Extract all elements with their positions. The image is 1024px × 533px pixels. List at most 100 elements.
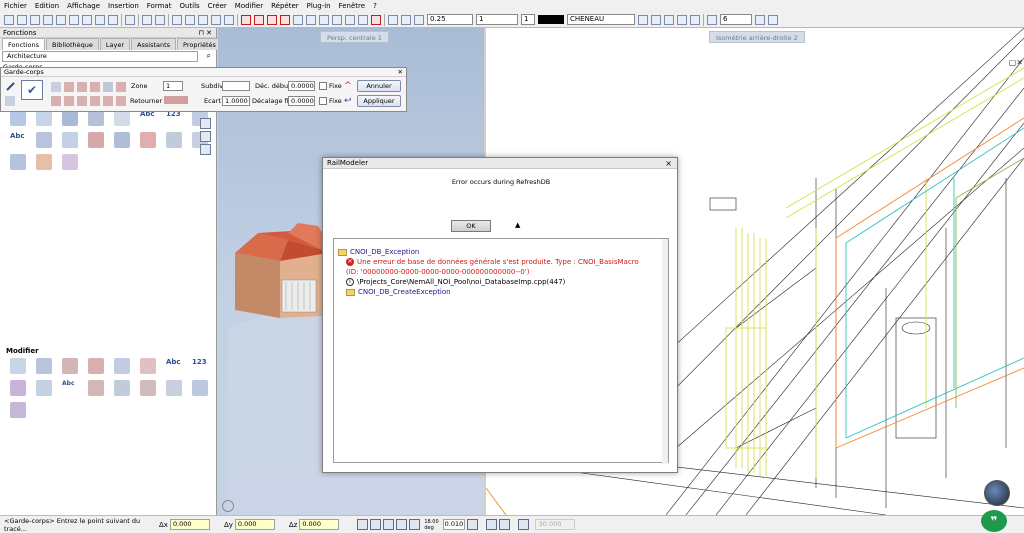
- draw-tool-1-icon[interactable]: [254, 14, 264, 25]
- modify-16-icon[interactable]: [192, 380, 208, 396]
- railing-style-6-icon[interactable]: [51, 96, 61, 106]
- scale-icon[interactable]: [707, 14, 717, 25]
- panel-controls[interactable]: ⊓ ✕: [198, 28, 212, 38]
- fixe-checkbox-2[interactable]: [319, 97, 327, 105]
- color-index-select[interactable]: 1: [521, 14, 535, 25]
- modify-4-icon[interactable]: [88, 358, 104, 374]
- format-tool-1-icon[interactable]: [401, 14, 411, 25]
- modify-17-icon[interactable]: [10, 402, 26, 418]
- text-abc-icon[interactable]: Abc: [140, 110, 156, 126]
- modify-14-icon[interactable]: [140, 380, 156, 396]
- undo-icon[interactable]: [142, 14, 152, 25]
- railing-style-11-icon[interactable]: [116, 96, 126, 106]
- draw-tool-3-icon[interactable]: [280, 14, 290, 25]
- modify-9-icon[interactable]: [10, 380, 26, 396]
- angle-dropdown-icon[interactable]: [498, 519, 510, 530]
- railing-swap-icon[interactable]: [5, 96, 15, 106]
- modify-2-icon[interactable]: [36, 358, 52, 374]
- close-icon[interactable]: ×: [665, 158, 672, 169]
- menu-insertion[interactable]: Insertion: [108, 2, 139, 10]
- railing-style-1-icon[interactable]: [64, 82, 74, 92]
- modify-3-icon[interactable]: [62, 358, 78, 374]
- bulb-icon[interactable]: [677, 14, 687, 25]
- layer-tool-6-icon[interactable]: [358, 14, 368, 25]
- draw-tool-2-icon[interactable]: [267, 14, 277, 25]
- window-layout-2-icon[interactable]: [185, 14, 195, 25]
- layer-visibility-icon[interactable]: [651, 14, 661, 25]
- eyedropper-icon[interactable]: [5, 81, 15, 91]
- railing-style-5-icon[interactable]: [116, 82, 126, 92]
- layer-tool-5-icon[interactable]: [345, 14, 355, 25]
- window-layout-1-icon[interactable]: [172, 14, 182, 25]
- slab-tool-icon[interactable]: [36, 110, 52, 126]
- modify-12-icon[interactable]: [88, 380, 104, 396]
- tab-proprietes[interactable]: Propriétés: [177, 38, 222, 50]
- beam-icon[interactable]: [114, 132, 130, 148]
- details-toggle-icon[interactable]: ▲: [515, 221, 520, 229]
- tree-child-row[interactable]: CNOI_DB_CreateException: [338, 287, 664, 297]
- window-layout-3-icon[interactable]: [198, 14, 208, 25]
- railing-style-7-icon[interactable]: [64, 96, 74, 106]
- category-dropdown[interactable]: Architecture ⌕: [2, 51, 211, 62]
- tree-root-row[interactable]: CNOI_DB_Exception: [338, 247, 664, 257]
- ok-button[interactable]: OK: [451, 220, 491, 232]
- search-icon[interactable]: ⌕: [207, 51, 211, 60]
- zoom-icon[interactable]: [36, 380, 52, 396]
- chat-button[interactable]: ❞: [981, 510, 1007, 532]
- flip-icon[interactable]: [164, 96, 188, 104]
- side-tool-2-icon[interactable]: [200, 131, 211, 142]
- menu-format[interactable]: Format: [147, 2, 172, 10]
- line-type-select[interactable]: 1: [476, 14, 518, 25]
- layer-filter-icon[interactable]: [690, 14, 700, 25]
- arrow-back-icon[interactable]: ↩: [344, 96, 354, 106]
- railing-style-4-icon[interactable]: [103, 82, 113, 92]
- railing-tool-icon[interactable]: [36, 154, 52, 170]
- annuler-button[interactable]: Annuler: [357, 80, 401, 92]
- menu-plugin[interactable]: Plug-in: [307, 2, 331, 10]
- railing-style-9-icon[interactable]: [90, 96, 100, 106]
- railing-style-8-icon[interactable]: [77, 96, 87, 106]
- tree-error-row[interactable]: ✕ Une erreur de base de données générale…: [338, 257, 664, 267]
- open-file-icon[interactable]: [17, 14, 27, 25]
- snap-track-icon[interactable]: [396, 519, 408, 530]
- dec-fin-field[interactable]: 0.0000: [288, 96, 315, 106]
- tab-layer[interactable]: Layer: [99, 38, 131, 50]
- eyedropper-icon[interactable]: [388, 14, 398, 25]
- tree-scrollbar[interactable]: [662, 239, 668, 464]
- new-file-icon[interactable]: [4, 14, 14, 25]
- menu-creer[interactable]: Créer: [208, 2, 227, 10]
- modify-1-icon[interactable]: [10, 358, 26, 374]
- window-grid-icon[interactable]: [62, 110, 78, 126]
- image-icon[interactable]: [125, 14, 135, 25]
- fillet-icon[interactable]: [166, 380, 182, 396]
- open-project-icon[interactable]: [30, 14, 40, 25]
- baluster-icon[interactable]: [62, 154, 78, 170]
- modify-text-abc-icon[interactable]: Abc: [166, 358, 182, 374]
- tab-assistants[interactable]: Assistants: [131, 38, 177, 50]
- avatar[interactable]: [984, 480, 1010, 506]
- dec-debut-field[interactable]: 0.0000: [288, 81, 315, 91]
- menu-help[interactable]: ?: [373, 2, 377, 10]
- window-layout-4-icon[interactable]: [211, 14, 221, 25]
- distance-tool-icon[interactable]: [517, 519, 529, 530]
- modify-6-icon[interactable]: [140, 358, 156, 374]
- pen-thickness-select[interactable]: 0.25: [427, 14, 473, 25]
- snap-grid-icon[interactable]: [370, 519, 382, 530]
- appliquer-button[interactable]: Appliquer: [357, 95, 401, 107]
- arrow-left-icon[interactable]: [51, 82, 61, 92]
- paste-icon[interactable]: [108, 14, 118, 25]
- number-123-icon[interactable]: 123: [166, 110, 182, 126]
- print-preview-icon[interactable]: [69, 14, 79, 25]
- snap-angle-icon[interactable]: [409, 519, 421, 530]
- layer-manager-icon[interactable]: [638, 14, 648, 25]
- fixe-checkbox-1[interactable]: [319, 82, 327, 90]
- layer-tool-3-icon[interactable]: [319, 14, 329, 25]
- chevron-up-icon[interactable]: ^: [344, 81, 354, 91]
- step-field[interactable]: 0.010: [442, 519, 465, 530]
- layer-tool-2-icon[interactable]: [306, 14, 316, 25]
- layer-tool-1-icon[interactable]: [293, 14, 303, 25]
- angle-tool-icon[interactable]: [485, 519, 497, 530]
- save-icon[interactable]: [43, 14, 53, 25]
- menu-edition[interactable]: Edition: [35, 2, 59, 10]
- dimension-icon[interactable]: [114, 110, 130, 126]
